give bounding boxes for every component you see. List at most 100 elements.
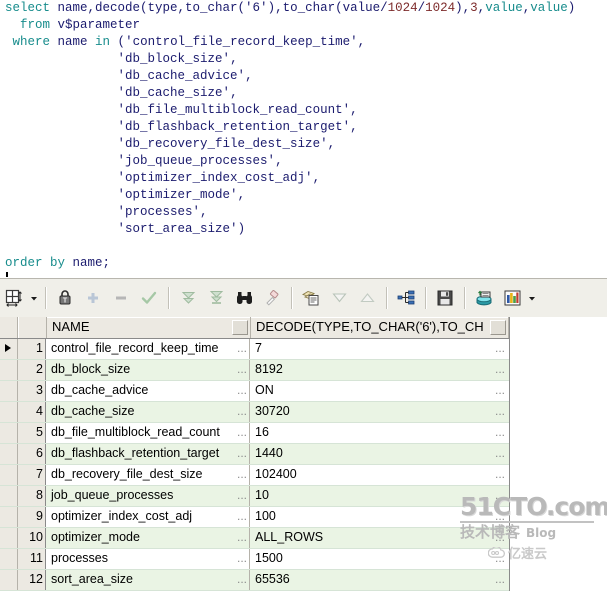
cell-overflow-ellipsis[interactable]: ...: [237, 528, 247, 546]
cell-value[interactable]: 1440...: [250, 444, 508, 464]
add-record-icon[interactable]: [80, 285, 106, 311]
cell-overflow-ellipsis[interactable]: ...: [237, 570, 247, 588]
cell-overflow-ellipsis[interactable]: ...: [237, 402, 247, 420]
table-row[interactable]: 11 processes... 1500...: [0, 549, 509, 570]
cell-overflow-ellipsis[interactable]: ...: [495, 507, 505, 525]
cell-name[interactable]: db_cache_advice...: [46, 381, 250, 401]
row-selector[interactable]: [0, 444, 18, 464]
cell-overflow-ellipsis[interactable]: ...: [495, 423, 505, 441]
fetch-all-icon[interactable]: [203, 285, 229, 311]
column-resize-grip-decode[interactable]: [490, 320, 506, 335]
fetch-next-icon[interactable]: [175, 285, 201, 311]
table-row[interactable]: 10 optimizer_mode... ALL_ROWS...: [0, 528, 509, 549]
cell-value[interactable]: 30720...: [250, 402, 508, 422]
cell-name[interactable]: db_flashback_retention_target...: [46, 444, 250, 464]
row-selector[interactable]: [0, 402, 18, 422]
cell-value[interactable]: ON...: [250, 381, 508, 401]
cell-overflow-ellipsis[interactable]: ...: [495, 465, 505, 483]
cell-overflow-ellipsis[interactable]: ...: [237, 339, 247, 357]
row-selector[interactable]: [0, 528, 18, 548]
table-row[interactable]: 7 db_recovery_file_dest_size... 102400...: [0, 465, 509, 486]
row-selector[interactable]: [0, 465, 18, 485]
master-detail-icon[interactable]: [393, 285, 419, 311]
row-selector[interactable]: [0, 549, 18, 569]
save-icon[interactable]: [432, 285, 458, 311]
clear-filter-icon[interactable]: [259, 285, 285, 311]
cell-name[interactable]: job_queue_processes...: [46, 486, 250, 506]
table-row[interactable]: 5 db_file_multiblock_read_count... 16...: [0, 423, 509, 444]
cell-overflow-ellipsis[interactable]: ...: [237, 507, 247, 525]
cell-overflow-ellipsis[interactable]: ...: [495, 528, 505, 546]
cell-overflow-ellipsis[interactable]: ...: [237, 486, 247, 504]
column-header-name[interactable]: NAME: [47, 317, 251, 338]
row-selector[interactable]: [0, 381, 18, 401]
cell-name-text: job_queue_processes: [51, 488, 174, 502]
row-selector[interactable]: [0, 486, 18, 506]
cell-value[interactable]: 100...: [250, 507, 508, 527]
cell-name[interactable]: sort_area_size...: [46, 570, 250, 590]
cell-value[interactable]: 8192...: [250, 360, 508, 380]
cell-value[interactable]: 1500...: [250, 549, 508, 569]
cell-name[interactable]: optimizer_mode...: [46, 528, 250, 548]
cell-overflow-ellipsis[interactable]: ...: [495, 444, 505, 462]
table-row[interactable]: 6 db_flashback_retention_target... 1440...: [0, 444, 509, 465]
table-row[interactable]: 9 optimizer_index_cost_adj... 100...: [0, 507, 509, 528]
table-row[interactable]: 12 sort_area_size... 65536...: [0, 570, 509, 591]
table-row[interactable]: 2 db_block_size... 8192...: [0, 360, 509, 381]
sql-token: (: [117, 35, 126, 49]
lock-icon[interactable]: T: [52, 285, 78, 311]
sql-editor[interactable]: select name,decode(type,to_char('6'),to_…: [0, 0, 607, 277]
cell-overflow-ellipsis[interactable]: ...: [237, 360, 247, 378]
post-record-icon[interactable]: [136, 285, 162, 311]
cell-value[interactable]: 102400...: [250, 465, 508, 485]
cell-name[interactable]: control_file_record_keep_time...: [46, 339, 250, 359]
copy-icon[interactable]: [298, 285, 324, 311]
cell-value[interactable]: 16...: [250, 423, 508, 443]
table-row[interactable]: 4 db_cache_size... 30720...: [0, 402, 509, 423]
row-selector[interactable]: [0, 339, 18, 359]
cell-overflow-ellipsis[interactable]: ...: [495, 360, 505, 378]
sql-token: ),to_char(value/: [267, 1, 388, 15]
cell-overflow-ellipsis[interactable]: ...: [495, 381, 505, 399]
cell-name-text: db_cache_advice: [51, 383, 149, 397]
cell-name[interactable]: db_recovery_file_dest_size...: [46, 465, 250, 485]
cell-overflow-ellipsis[interactable]: ...: [495, 570, 505, 588]
chart-icon[interactable]: [499, 285, 525, 311]
grid-layout-icon[interactable]: [1, 285, 27, 311]
cell-value[interactable]: ALL_ROWS...: [250, 528, 508, 548]
cell-overflow-ellipsis[interactable]: ...: [495, 486, 505, 504]
find-icon[interactable]: [231, 285, 257, 311]
cell-value[interactable]: 65536...: [250, 570, 508, 590]
table-row[interactable]: 8 job_queue_processes... 10...: [0, 486, 509, 507]
cell-overflow-ellipsis[interactable]: ...: [237, 423, 247, 441]
cell-overflow-ellipsis[interactable]: ...: [237, 381, 247, 399]
chart-dropdown[interactable]: [526, 285, 538, 311]
column-header-decode[interactable]: DECODE(TYPE,TO_CHAR('6'),TO_CH: [251, 317, 509, 338]
cell-name[interactable]: db_cache_size...: [46, 402, 250, 422]
row-selector[interactable]: [0, 360, 18, 380]
cell-name[interactable]: optimizer_index_cost_adj...: [46, 507, 250, 527]
delete-record-icon[interactable]: [108, 285, 134, 311]
cell-overflow-ellipsis[interactable]: ...: [237, 465, 247, 483]
cell-overflow-ellipsis[interactable]: ...: [237, 549, 247, 567]
grid-layout-dropdown[interactable]: [28, 285, 40, 311]
cell-overflow-ellipsis[interactable]: ...: [495, 402, 505, 420]
cell-value[interactable]: 7...: [250, 339, 508, 359]
cell-overflow-ellipsis[interactable]: ...: [237, 444, 247, 462]
single-record-view-icon[interactable]: [471, 285, 497, 311]
table-row[interactable]: 3 db_cache_advice... ON...: [0, 381, 509, 402]
cell-value[interactable]: 10...: [250, 486, 508, 506]
cell-name[interactable]: db_file_multiblock_read_count...: [46, 423, 250, 443]
column-resize-grip-name[interactable]: [232, 320, 248, 335]
table-row[interactable]: 1 control_file_record_keep_time... 7...: [0, 339, 509, 360]
cell-name[interactable]: processes...: [46, 549, 250, 569]
cell-name[interactable]: db_block_size...: [46, 360, 250, 380]
row-selector[interactable]: [0, 570, 18, 590]
row-selector[interactable]: [0, 423, 18, 443]
row-number: 5: [18, 423, 46, 443]
sort-descending-icon[interactable]: [326, 285, 352, 311]
cell-overflow-ellipsis[interactable]: ...: [495, 549, 505, 567]
row-selector[interactable]: [0, 507, 18, 527]
cell-overflow-ellipsis[interactable]: ...: [495, 339, 505, 357]
sort-ascending-icon[interactable]: [354, 285, 380, 311]
